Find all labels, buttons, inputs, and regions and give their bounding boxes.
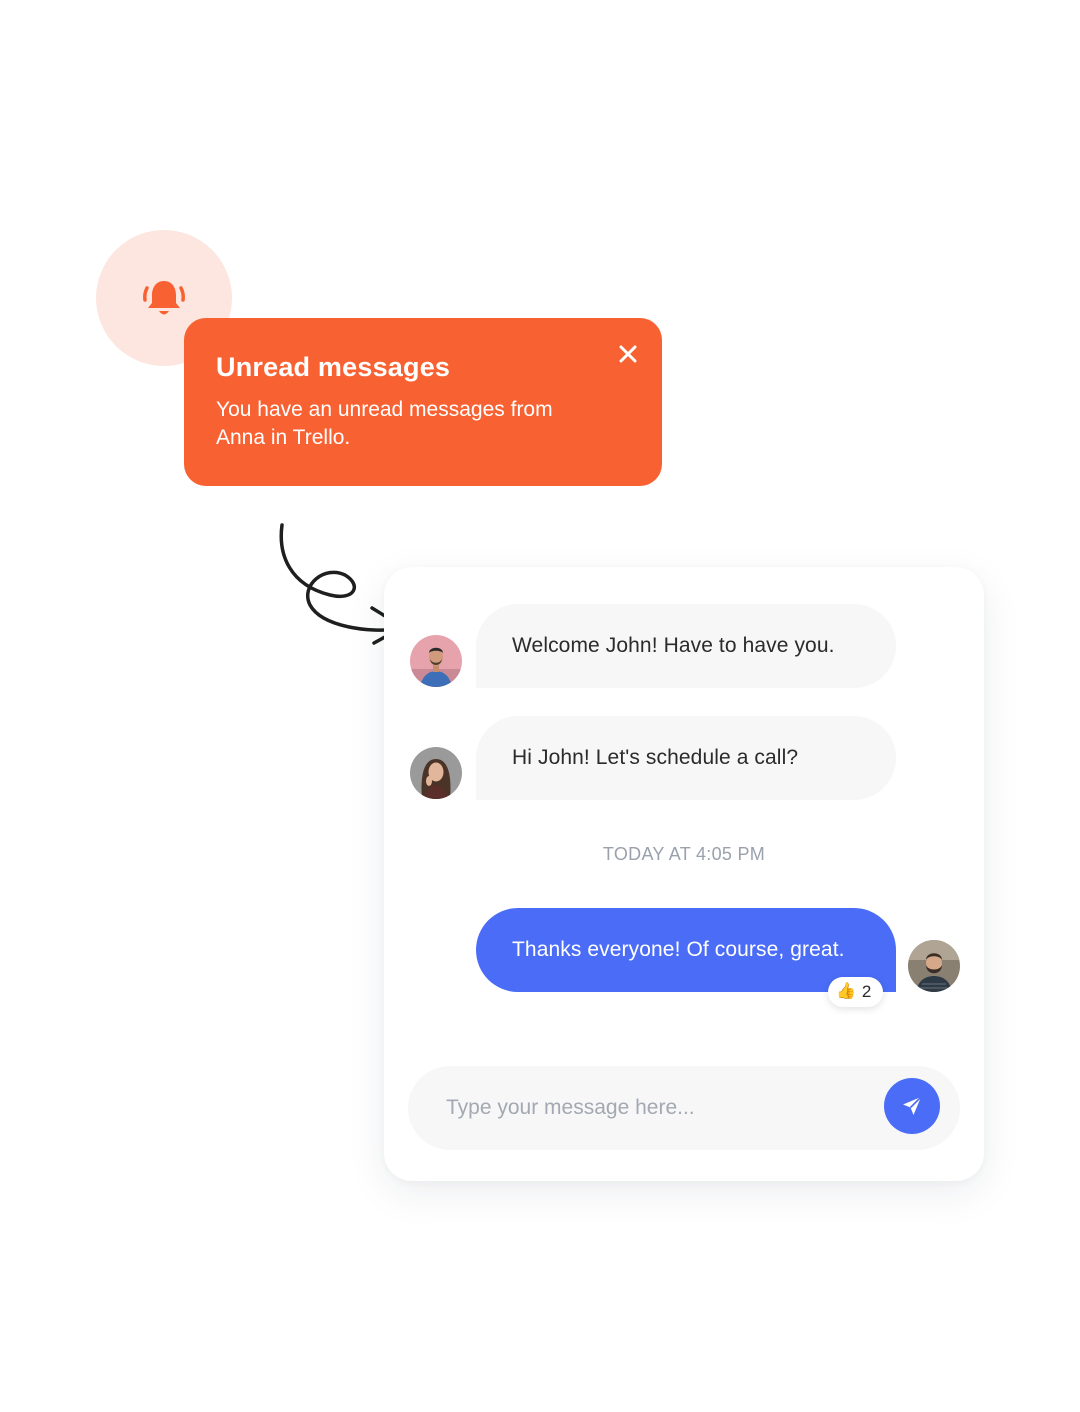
chat-timestamp: TODAY AT 4:05 PM — [602, 844, 766, 864]
send-icon — [903, 1096, 922, 1115]
thumbs-up-icon: 👍 — [836, 983, 856, 1000]
send-button[interactable] — [884, 1078, 940, 1134]
bell-ring-icon — [143, 281, 185, 315]
notification-card[interactable]: Unread messages You have an unread messa… — [184, 318, 662, 486]
message-bubble: Welcome John! Have to have you. — [476, 604, 896, 688]
reaction-count: 2 — [861, 982, 872, 1001]
chat-window: Welcome John! Have to have you. Hi John!… — [384, 567, 984, 1181]
message-input[interactable] — [446, 1066, 866, 1150]
avatar-man-pink-bg — [410, 635, 462, 687]
notification-title: Unread messages — [216, 352, 451, 382]
avatar-woman — [410, 747, 462, 799]
message-bubble: Hi John! Let's schedule a call? — [476, 716, 896, 800]
avatar-man-beard — [908, 940, 960, 992]
notification-body: You have an unread messages from Anna in… — [216, 398, 553, 449]
reaction-badge[interactable]: 👍 2 — [828, 977, 884, 1007]
close-icon[interactable] — [616, 342, 640, 366]
message-composer — [408, 1066, 960, 1150]
